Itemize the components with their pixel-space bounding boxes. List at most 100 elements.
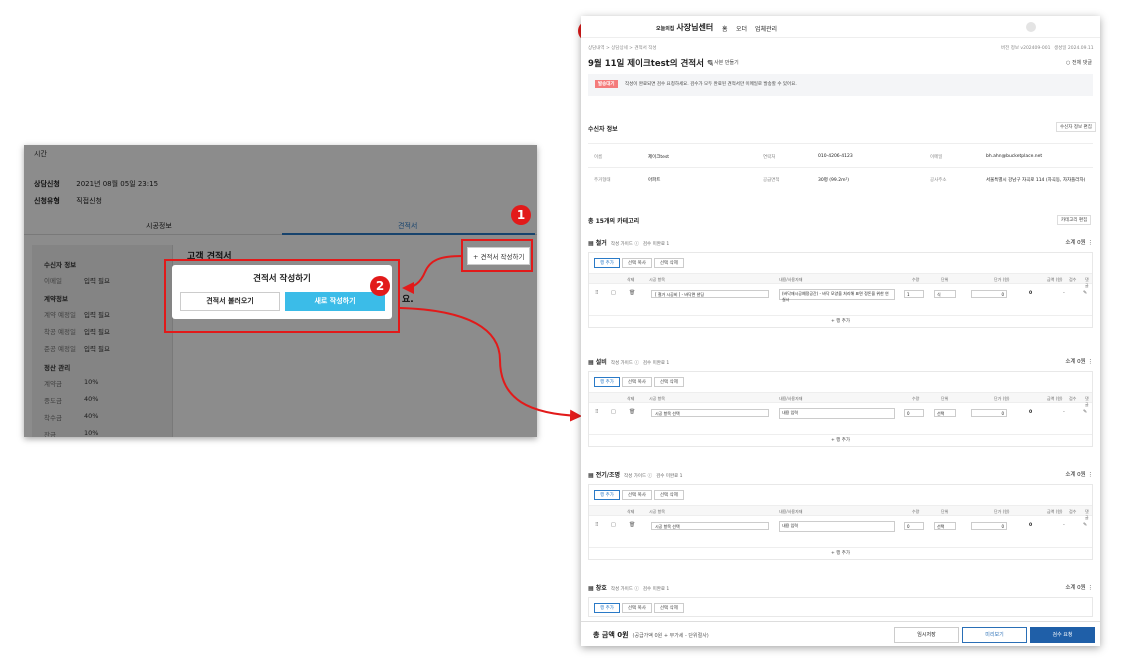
comment-icon[interactable]: ✎ [1083, 522, 1087, 528]
write-estimate-modal: 견적서 작성하기 견적서 불러오기 새로 작성하기 [172, 265, 392, 319]
top-nav: 오늘의집 사장님센터 홈 오더 업체관리 [581, 16, 1100, 38]
comment-icon[interactable]: ✎ [1083, 290, 1087, 296]
column-header: 시공 항목 [649, 509, 665, 514]
copy-selected-button[interactable]: 선택 복사 [621, 603, 652, 613]
add-row-button[interactable]: 행 추가 [594, 603, 620, 613]
column-header: 단가 (원) [994, 509, 1010, 514]
category-icon: ▦ [588, 359, 594, 366]
highlight-write-button [461, 239, 533, 272]
avatar[interactable] [1026, 22, 1036, 32]
item-select[interactable]: 시공 항목 선택 [651, 409, 769, 417]
review-status: 검수 미완료 1 [642, 361, 670, 366]
table-header: 삭제 시공 항목 내용/사용자재 수량 단위 단가 (원) 금액 (원) 검수 댓글 [589, 273, 1092, 288]
comments-button[interactable]: ○ 전체 댓글 [1066, 59, 1092, 66]
guide-link[interactable]: 작성 가이드 ⓘ [611, 587, 639, 592]
table-header: 삭제 시공 항목 내용/사용자재 수량 단위 단가 (원) 금액 (원) 검수 댓글 [589, 392, 1092, 407]
memo-input[interactable]: 내용 입력 [779, 408, 895, 419]
unit-select[interactable]: 선택 [934, 409, 956, 417]
copy-selected-button[interactable]: 선택 복사 [621, 490, 652, 500]
brand-logo[interactable]: 오늘의집 사장님센터 [656, 22, 713, 33]
phone-value: 010-4206-4123 [818, 154, 853, 159]
item-select[interactable]: 시공 항목 선택 [651, 522, 769, 530]
delete-selected-button[interactable]: 선택 삭제 [653, 258, 684, 268]
column-header: 내용/사용자재 [779, 396, 803, 401]
unit-select[interactable]: 식 [934, 290, 956, 298]
guide-link[interactable]: 작성 가이드 ⓘ [624, 474, 652, 479]
more-icon[interactable]: ⋮ [1088, 359, 1094, 365]
column-header: 금액 (원) [1047, 509, 1063, 514]
delete-selected-button[interactable]: 선택 삭제 [653, 377, 684, 387]
comment-icon[interactable]: ✎ [1083, 409, 1087, 415]
load-estimate-button[interactable]: 견적서 불러오기 [180, 292, 280, 311]
checkbox[interactable]: □ [611, 522, 616, 528]
drag-handle-icon[interactable]: ⠿ [595, 522, 599, 528]
nav-home[interactable]: 홈 [722, 24, 728, 33]
trash-icon[interactable]: 🗑 [629, 522, 635, 528]
add-row-link[interactable]: + 행 추가 [589, 315, 1092, 328]
temp-save-button[interactable]: 임시저장 [894, 627, 959, 643]
copy-button[interactable]: ❐ 사본 만들기 [708, 59, 739, 66]
memo-input[interactable]: 내용 입력 [779, 521, 895, 532]
page-title: 9월 11일 제이크test의 견적서 ✎ [588, 59, 715, 69]
email-label: 이메일 [930, 155, 943, 160]
quantity-input[interactable]: 0 [904, 409, 924, 417]
column-header: 검수 [1069, 396, 1077, 401]
edit-category-button[interactable]: 카테고리 편집 [1057, 215, 1092, 225]
name-label: 이름 [594, 155, 603, 160]
new-estimate-button[interactable]: 새로 작성하기 [285, 292, 385, 311]
category-subtotal: 소계 0원 ⋮ [1065, 240, 1094, 246]
review-status: 검수 미완료 1 [642, 587, 670, 592]
table-row: ⠿ □ 🗑 [ 철거 시공비 ] - 바닥면 샌딩 (바닥재시공예정공간) - 바닥 모… [589, 286, 1092, 304]
delete-selected-button[interactable]: 선택 삭제 [653, 490, 684, 500]
recipient-info-grid: 이름 제이크test 연락처 010-4206-4123 이메일 bh.ahn@… [588, 143, 1093, 189]
item-select[interactable]: [ 철거 시공비 ] - 바닥면 샌딩 [651, 290, 769, 298]
step-2-badge: 2 [370, 276, 390, 296]
copy-selected-button[interactable]: 선택 복사 [621, 377, 652, 387]
trash-icon[interactable]: 🗑 [629, 409, 635, 415]
name-value: 제이크test [648, 155, 670, 160]
amount-value: 0 [1029, 410, 1033, 415]
trash-icon[interactable]: 🗑 [629, 290, 635, 296]
category-title: ▦ 창호 작성 가이드 ⓘ 검수 미완료 1 [588, 585, 670, 592]
created-date: 생성일 2024.09.11 [1054, 46, 1094, 51]
amount-value: 0 [1029, 523, 1033, 528]
price-input[interactable]: 0 [971, 522, 1007, 530]
memo-input[interactable]: (바닥재시공예정공간) - 바닥 모양을 처리해 표면 정돈을 위한 연실시 [779, 289, 895, 302]
nav-company[interactable]: 업체관리 [755, 24, 777, 33]
add-row-link[interactable]: + 행 추가 [589, 547, 1092, 560]
email-value: bh.ahn@bucketplace.net [986, 154, 1043, 159]
add-row-link[interactable]: + 행 추가 [589, 434, 1092, 447]
review-status: 검수 미완료 1 [656, 474, 683, 479]
amount-value: 0 [1029, 291, 1033, 296]
drag-handle-icon[interactable]: ⠿ [595, 290, 599, 296]
delete-selected-button[interactable]: 선택 삭제 [653, 603, 684, 613]
quantity-input[interactable]: 0 [904, 522, 924, 530]
price-input[interactable]: 0 [971, 290, 1007, 298]
edit-recipient-button[interactable]: 수신자 정보 편집 [1056, 122, 1096, 132]
quantity-input[interactable]: 1 [904, 290, 924, 298]
item-table: 행 추가 선택 복사 선택 삭제삭제 시공 항목 내용/사용자재 수량 단위 단가 (원) 금액… [588, 252, 1093, 328]
category-subtotal: 소계 0원 ⋮ [1065, 359, 1094, 365]
checkbox[interactable]: □ [611, 409, 616, 415]
column-header: 금액 (원) [1047, 277, 1063, 282]
review-dash: - [1063, 409, 1065, 415]
nav-order[interactable]: 오더 [736, 24, 747, 33]
preview-button[interactable]: 미리보기 [962, 627, 1027, 643]
checkbox[interactable]: □ [611, 290, 616, 296]
add-row-button[interactable]: 행 추가 [594, 377, 620, 387]
more-icon[interactable]: ⋮ [1088, 472, 1094, 478]
housing-type-value: 아파트 [648, 178, 661, 183]
more-icon[interactable]: ⋮ [1088, 585, 1094, 591]
price-input[interactable]: 0 [971, 409, 1007, 417]
area-label: 공급면적 [763, 178, 780, 183]
request-review-button[interactable]: 검수 요청 [1030, 627, 1095, 643]
more-icon[interactable]: ⋮ [1088, 240, 1094, 246]
add-row-button[interactable]: 행 추가 [594, 258, 620, 268]
guide-link[interactable]: 작성 가이드 ⓘ [611, 361, 639, 366]
guide-link[interactable]: 작성 가이드 ⓘ [611, 242, 639, 247]
add-row-button[interactable]: 행 추가 [594, 490, 620, 500]
drag-handle-icon[interactable]: ⠿ [595, 409, 599, 415]
copy-selected-button[interactable]: 선택 복사 [621, 258, 652, 268]
status-badge: 발송대기 [595, 80, 618, 88]
unit-select[interactable]: 선택 [934, 522, 956, 530]
